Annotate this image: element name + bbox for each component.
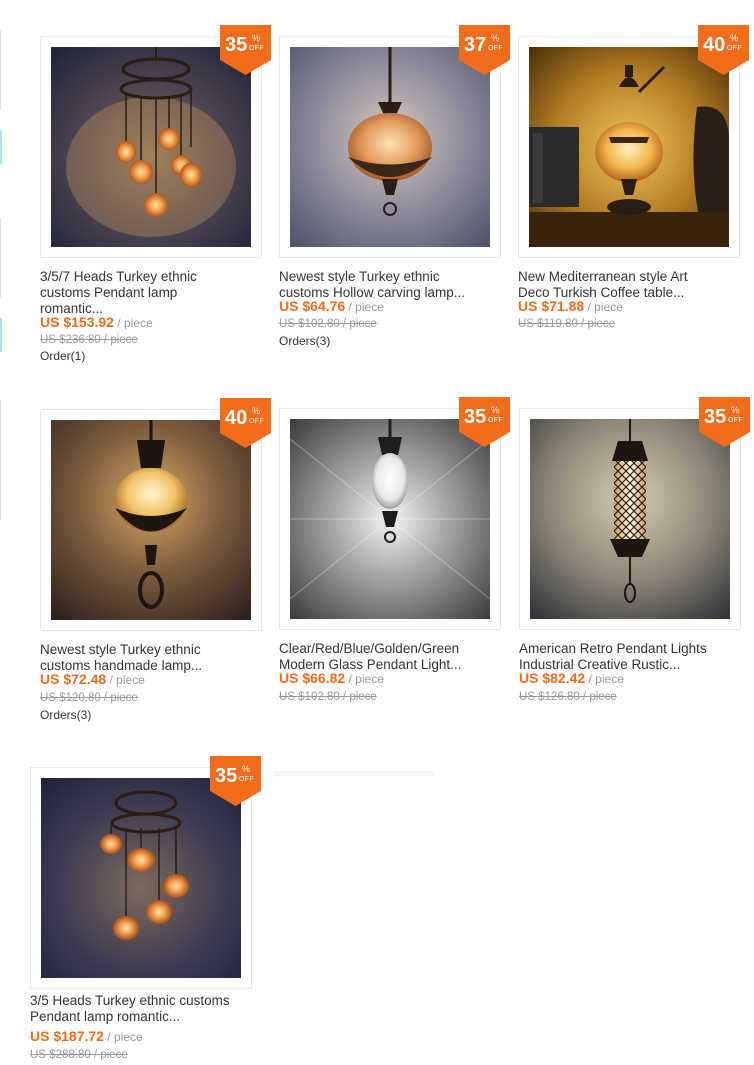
- price-unit: / piece: [103, 1030, 143, 1044]
- product-image-frame[interactable]: [40, 36, 262, 258]
- price: US $153.92: [40, 314, 114, 330]
- discount-value: 35: [464, 406, 487, 428]
- percent-sign: %: [242, 764, 251, 774]
- percent-sign: %: [491, 405, 500, 415]
- product-image-frame[interactable]: [40, 409, 262, 631]
- order-count: Orders(3): [40, 708, 92, 722]
- price: US $64.76: [279, 298, 346, 314]
- order-count: Orders(3): [279, 334, 331, 348]
- percent-sign: %: [252, 406, 261, 416]
- price-row: US $66.82 / piece: [279, 669, 384, 688]
- cylinder-pendant-lamp-image[interactable]: [530, 419, 730, 619]
- product-image-frame[interactable]: [279, 408, 501, 630]
- off-label: OFF: [727, 45, 742, 52]
- price-row: US $187.72 / piece: [30, 1027, 143, 1046]
- discount-value: 37: [464, 34, 487, 56]
- left-divider-mid: [0, 218, 1, 298]
- multi-head-pendant-lamp-image[interactable]: [51, 47, 251, 247]
- off-label: OFF: [249, 45, 264, 52]
- discount-value: 35: [215, 765, 238, 787]
- discount-value: 40: [225, 407, 248, 429]
- original-price: US $120.80 / piece: [40, 692, 138, 704]
- percent-sign: %: [252, 33, 261, 43]
- price: US $66.82: [279, 670, 346, 686]
- price: US $71.88: [518, 298, 585, 314]
- price-unit: / piece: [345, 672, 384, 686]
- title-line: Newest style Turkey ethnic: [279, 269, 440, 284]
- original-price: US $288.80 / piece: [30, 1049, 128, 1061]
- title-line: American Retro Pendant Lights: [519, 641, 707, 656]
- left-divider-low: [0, 400, 1, 520]
- single-pendant-lamp-image[interactable]: [51, 420, 251, 620]
- price-row: US $153.92 / piece: [40, 313, 153, 332]
- original-price: US $236.80 / piece: [40, 334, 138, 346]
- table-lamp-image[interactable]: [529, 47, 729, 247]
- off-label: OFF: [239, 776, 254, 783]
- price-row: US $82.42 / piece: [519, 669, 624, 688]
- left-accent-1: [0, 130, 2, 164]
- product-image-frame[interactable]: [518, 36, 740, 258]
- original-price: US $119.80 / piece: [518, 318, 615, 330]
- original-price: US $102.80 / piece: [279, 691, 377, 703]
- left-divider-top: [0, 30, 1, 110]
- price-row: US $72.48 / piece: [40, 670, 145, 689]
- percent-sign: %: [731, 405, 740, 415]
- discount-value: 35: [704, 406, 727, 428]
- price-unit: / piece: [106, 673, 145, 687]
- percent-sign: %: [491, 33, 500, 43]
- loading-placeholder-bar: [274, 771, 434, 776]
- order-count: Order(1): [40, 349, 86, 363]
- price-row: US $64.76 / piece: [279, 297, 384, 316]
- title-line: Clear/Red/Blue/Golden/Green: [279, 641, 460, 656]
- price-unit: / piece: [345, 300, 384, 314]
- price: US $82.42: [519, 670, 586, 686]
- title-line: 3/5 Heads Turkey ethnic customs: [30, 993, 230, 1008]
- discount-value: 40: [703, 34, 726, 56]
- discount-value: 35: [225, 34, 248, 56]
- original-price: US $126.80 / piece: [519, 691, 617, 703]
- price-unit: / piece: [584, 300, 623, 314]
- price: US $72.48: [40, 671, 107, 687]
- product-title[interactable]: 3/5/7 Heads Turkey ethnic customs Pendan…: [40, 269, 276, 317]
- off-label: OFF: [488, 417, 503, 424]
- product-image-frame[interactable]: [30, 767, 252, 989]
- title-line: 3/5/7 Heads Turkey ethnic: [40, 269, 197, 284]
- off-label: OFF: [249, 418, 264, 425]
- title-line: New Mediterranean style Art: [518, 269, 688, 284]
- product-title[interactable]: 3/5 Heads Turkey ethnic customs Pendant …: [30, 993, 270, 1025]
- original-price: US $102.80 / piece: [279, 318, 377, 330]
- product-image-frame[interactable]: [279, 36, 501, 258]
- title-line: customs Pendant lamp: [40, 285, 178, 300]
- price-unit: / piece: [585, 672, 624, 686]
- off-label: OFF: [488, 45, 503, 52]
- title-line: Newest style Turkey ethnic: [40, 642, 201, 657]
- title-line: Pendant lamp romantic...: [30, 1009, 181, 1024]
- multi-head-pendant-lamp-image[interactable]: [41, 778, 241, 978]
- left-accent-2: [0, 318, 2, 352]
- price-unit: / piece: [113, 316, 153, 330]
- off-label: OFF: [728, 417, 743, 424]
- single-pendant-lamp-image[interactable]: [290, 47, 490, 247]
- price-row: US $71.88 / piece: [518, 297, 623, 316]
- product-image-frame[interactable]: [519, 408, 741, 630]
- glass-pendant-lamp-image[interactable]: [290, 419, 490, 619]
- percent-sign: %: [730, 33, 739, 43]
- price: US $187.72: [30, 1028, 104, 1044]
